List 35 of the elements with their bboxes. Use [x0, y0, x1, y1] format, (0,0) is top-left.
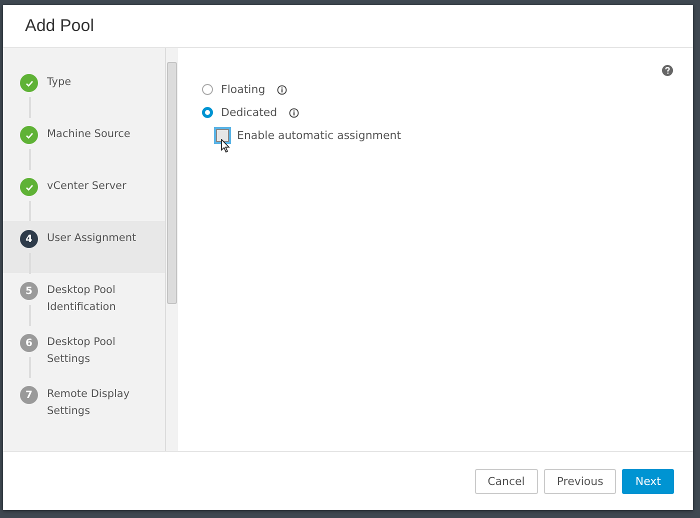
step-label: vCenter Server — [47, 179, 128, 194]
step-label: Machine Source — [47, 127, 132, 142]
step-label: Desktop Pool Identification — [47, 283, 117, 315]
step-item[interactable]: Type — [3, 65, 165, 117]
radio-label: Floating — [221, 83, 266, 96]
step-number: 7 — [20, 386, 38, 404]
check-icon — [20, 178, 38, 196]
radio-label: Dedicated — [221, 106, 278, 119]
scrollbar[interactable] — [165, 48, 178, 451]
radio-button[interactable] — [202, 107, 213, 118]
step-label: User Assignment — [47, 231, 138, 246]
info-icon[interactable] — [277, 84, 288, 94]
check-icon — [20, 126, 38, 144]
step-item[interactable]: 5 Desktop Pool Identification — [3, 273, 165, 325]
radio-button[interactable] — [202, 84, 213, 95]
step-number: 4 — [20, 230, 38, 248]
help-icon[interactable] — [662, 65, 673, 76]
check-icon — [20, 74, 38, 92]
pointer-icon — [221, 139, 230, 153]
next-button[interactable]: Next — [622, 468, 674, 494]
step-item[interactable]: 6 Desktop Pool Settings — [3, 325, 165, 377]
step-number: 6 — [20, 334, 38, 352]
step-item[interactable]: Machine Source — [3, 117, 165, 169]
footer-button[interactable]: Previous — [544, 468, 616, 494]
checkbox[interactable] — [216, 129, 229, 142]
step-item[interactable]: vCenter Server — [3, 169, 165, 221]
checkbox-label: Enable automatic assignment — [237, 129, 402, 142]
step-number: 5 — [20, 282, 38, 300]
footer-button[interactable]: Cancel — [474, 468, 538, 494]
info-icon[interactable] — [289, 108, 300, 118]
step-label: Desktop Pool Settings — [47, 335, 116, 367]
step-label: Type — [47, 75, 72, 90]
step-item[interactable]: 7 Remote Display Settings — [3, 377, 165, 429]
step-label: Remote Display Settings — [47, 387, 131, 419]
step-item[interactable]: 4 User Assignment — [3, 221, 165, 273]
